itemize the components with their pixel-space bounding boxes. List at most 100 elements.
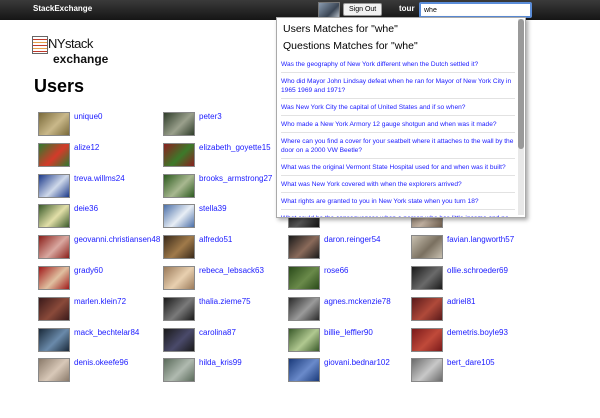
user-name-link[interactable]: brooks_armstrong27 [199,174,272,183]
user-name-link[interactable]: agnes.mckenzie78 [324,297,391,306]
user-name-link[interactable]: favian.langworth57 [447,235,514,244]
user-avatar-thumbnail[interactable] [38,296,70,321]
user-avatar-thumbnail[interactable] [38,327,70,352]
sign-out-button[interactable]: Sign Out [343,3,383,16]
user-card: ollie.schroeder69 [411,266,551,290]
user-name-link[interactable]: elizabeth_goyette15 [199,143,271,152]
user-name-link[interactable]: adriel81 [447,297,475,306]
user-name-link[interactable]: alize12 [74,143,99,152]
question-suggestion[interactable]: Who made a New York Armory 12 gauge shot… [281,119,515,133]
site-logo[interactable]: NYstack exchange [31,32,121,68]
user-name-link[interactable]: deie36 [74,204,98,213]
user-card: unique0 [38,112,178,136]
user-name-link[interactable]: treva.willms24 [74,174,125,183]
user-card: deie36 [38,204,178,229]
user-card: bert_dare105 [411,358,551,383]
user-name-link[interactable]: stella39 [199,204,227,213]
user-card: alfredo51 [163,235,303,260]
user-name-link[interactable]: geovanni.christiansen48 [74,235,160,244]
user-name-link[interactable]: marlen.klein72 [74,297,126,306]
search-input[interactable] [419,2,532,18]
user-avatar-thumbnail[interactable] [411,266,443,290]
user-card: carolina87 [163,327,303,352]
user-avatar-thumbnail[interactable] [288,266,320,290]
question-suggestion[interactable]: Who did Mayor John Lindsay defeat when h… [281,76,515,99]
brand-link[interactable]: StackExchange [33,4,92,13]
user-name-link[interactable]: giovani.bednar102 [324,358,390,367]
question-suggestion[interactable]: Where can you find a cover for your seat… [281,136,515,159]
user-card: hilda_kris99 [163,358,303,383]
user-avatar-thumbnail[interactable] [411,358,443,383]
user-avatar-thumbnail[interactable] [163,112,195,136]
user-avatar-thumbnail[interactable] [163,204,195,229]
user-name-link[interactable]: rose66 [324,266,348,275]
user-name-link[interactable]: peter3 [199,112,222,121]
user-avatar-thumbnail[interactable] [288,296,320,321]
user-name-link[interactable]: bert_dare105 [447,358,495,367]
logo-text-line2: exchange [53,52,109,66]
dropdown-scrollbar[interactable] [518,19,524,215]
user-name-link[interactable]: hilda_kris99 [199,358,242,367]
user-card: treva.willms24 [38,173,178,198]
user-avatar-thumbnail[interactable] [163,266,195,290]
user-name-link[interactable]: grady60 [74,266,103,275]
tour-link[interactable]: tour [399,4,415,13]
user-avatar-thumbnail[interactable] [163,142,195,167]
dropdown-scrollbar-thumb[interactable] [518,19,524,149]
user-avatar-thumbnail[interactable] [163,296,195,321]
user-card: agnes.mckenzie78 [288,296,428,321]
users-matches-heading: Users Matches for "whe" [283,23,398,35]
user-avatar-thumbnail[interactable] [38,112,70,136]
question-suggestion[interactable]: What rights are granted to you in New Yo… [281,196,515,210]
question-suggestion[interactable]: Was New York City the capital of United … [281,102,515,116]
user-card: alize12 [38,142,178,167]
question-suggestions-list: Was the geography of New York different … [281,59,515,217]
user-card: thalia.zieme75 [163,296,303,321]
user-card: adriel81 [411,296,551,321]
user-card: demetris.boyle93 [411,327,551,352]
logo-building-icon [32,36,48,54]
user-name-link[interactable]: rebeca_lebsack63 [199,266,264,275]
question-suggestion[interactable]: What was New York covered with when the … [281,179,515,193]
user-name-link[interactable]: ollie.schroeder69 [447,266,508,275]
user-card: favian.langworth57 [411,235,551,260]
user-card: denis.okeefe96 [38,358,178,383]
user-avatar-thumbnail[interactable] [38,173,70,198]
user-avatar-thumbnail[interactable] [288,235,320,260]
user-name-link[interactable]: denis.okeefe96 [74,358,128,367]
user-card: giovani.bednar102 [288,358,428,383]
user-card: rose66 [288,266,428,290]
user-avatar-thumbnail[interactable] [38,235,70,260]
user-avatar-thumbnail[interactable] [38,204,70,229]
user-name-link[interactable]: daron.reinger54 [324,235,380,244]
user-card: geovanni.christiansen48 [38,235,178,260]
user-avatar-thumbnail[interactable] [411,235,443,260]
user-card: rebeca_lebsack63 [163,266,303,290]
user-avatar-thumbnail[interactable] [163,173,195,198]
user-avatar-thumbnail[interactable] [411,296,443,321]
user-name-link[interactable]: unique0 [74,112,102,121]
user-name-link[interactable]: demetris.boyle93 [447,328,508,337]
user-avatar-thumbnail[interactable] [38,358,70,383]
user-name-link[interactable]: alfredo51 [199,235,232,244]
user-avatar-thumbnail[interactable] [38,266,70,290]
search-suggestions-dropdown: Users Matches for "whe" Questions Matche… [276,17,526,218]
user-card: mack_bechtelar84 [38,327,178,352]
user-name-link[interactable]: carolina87 [199,328,236,337]
question-suggestion[interactable]: What was the original Vermont State Hosp… [281,162,515,176]
user-avatar-thumbnail[interactable] [38,142,70,167]
question-suggestion[interactable]: Was the geography of New York different … [281,59,515,73]
user-avatar-thumbnail[interactable] [288,358,320,383]
user-name-link[interactable]: billie_leffler90 [324,328,373,337]
user-avatar-thumbnail[interactable] [288,327,320,352]
user-name-link[interactable]: thalia.zieme75 [199,297,251,306]
user-avatar-thumbnail[interactable] [411,327,443,352]
question-suggestion[interactable]: What could be the consequences when a pe… [281,213,515,217]
user-avatar-thumbnail[interactable] [163,235,195,260]
user-avatar-thumbnail[interactable] [163,327,195,352]
user-avatar-thumbnail[interactable] [163,358,195,383]
user-card: grady60 [38,266,178,290]
questions-matches-heading: Questions Matches for "whe" [283,40,418,52]
page-title: Users [34,76,85,96]
user-name-link[interactable]: mack_bechtelar84 [74,328,139,337]
